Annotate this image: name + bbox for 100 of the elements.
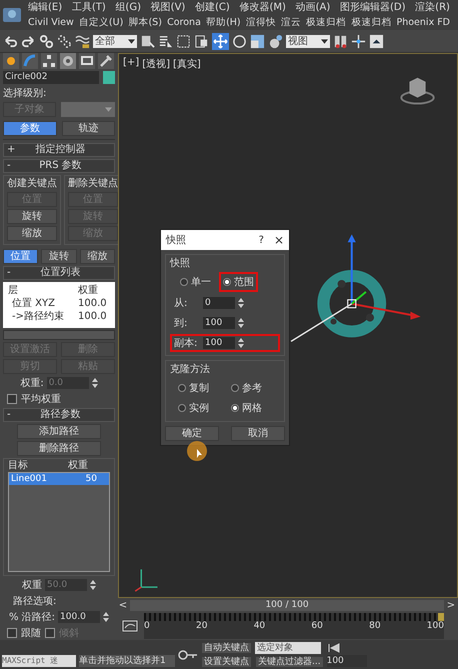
undo-icon[interactable] [3, 34, 18, 48]
menu-item[interactable]: Corona [167, 15, 201, 30]
radio-button[interactable] [180, 278, 188, 286]
checkbox[interactable] [7, 394, 17, 404]
menu-item[interactable]: 组(G) [115, 0, 141, 15]
select-by-name-icon[interactable] [158, 34, 173, 48]
hierarchy-tab-icon[interactable] [41, 53, 57, 69]
spinner-arrows-icon[interactable] [92, 378, 98, 388]
radio-button[interactable] [178, 404, 186, 412]
path-button[interactable]: 添加路径 [17, 424, 101, 439]
target-list[interactable]: Line001 50 [8, 472, 110, 572]
move-icon[interactable] [212, 32, 229, 50]
pivot-icon[interactable] [333, 34, 348, 48]
radio-button[interactable] [231, 404, 239, 412]
time-marker[interactable] [438, 613, 444, 622]
rotate-icon[interactable] [232, 34, 247, 48]
along-path-field[interactable]: 100.0 [58, 611, 100, 623]
menu-item[interactable]: 视图(V) [150, 0, 186, 15]
app-logo-icon[interactable] [2, 7, 22, 23]
menu-item[interactable]: 编辑(E) [28, 0, 62, 15]
menu-item[interactable]: 极速归档 [306, 15, 346, 30]
close-button[interactable]: × [274, 233, 284, 247]
menu-item[interactable]: 帮助(H) [206, 15, 241, 30]
maxscript-field[interactable]: MAXScript 迷 [2, 655, 76, 667]
menu-item[interactable]: 图形编辑器(D) [340, 0, 406, 15]
placement-icon[interactable] [268, 34, 283, 48]
radio-button[interactable] [231, 384, 239, 392]
help-button[interactable]: ? [258, 234, 264, 246]
list-item[interactable]: 位置 XYZ [8, 297, 55, 310]
radio-button[interactable] [223, 278, 231, 286]
checkbox[interactable] [7, 628, 17, 638]
number-field[interactable]: 100 [203, 317, 235, 329]
spinner-arrows-icon[interactable] [238, 318, 244, 328]
number-field[interactable]: 100 [203, 337, 235, 349]
spinner-arrows-icon[interactable] [238, 298, 244, 308]
target-row[interactable]: Line001 50 [9, 473, 109, 485]
spinner-arrows-icon[interactable] [90, 580, 96, 590]
view-cube-icon[interactable] [400, 78, 435, 105]
prs-tab[interactable]: 旋转 [41, 249, 77, 264]
menu-item[interactable]: 渲云 [280, 15, 301, 30]
layer-list[interactable]: 层 权重 位置 XYZ 100.0 ->路径约束 100.0 [3, 282, 115, 328]
curve-editor-icon[interactable] [122, 620, 138, 632]
key-set-dropdown[interactable]: 选定对象 [255, 642, 321, 654]
dialog-button[interactable]: 取消 [231, 426, 285, 441]
redo-icon[interactable] [21, 34, 36, 48]
previous-frame-button[interactable]: < [118, 600, 128, 612]
name-field[interactable] [3, 330, 115, 340]
menu-item[interactable]: 渲得快 [246, 15, 276, 30]
number-field[interactable]: 0 [203, 297, 235, 309]
utilities-tab-icon[interactable] [98, 53, 114, 69]
menu-item[interactable]: Civil View [28, 15, 74, 30]
auto-key-button[interactable]: 自动关键点 [201, 642, 252, 654]
menu-item[interactable]: 动画(A) [296, 0, 330, 15]
list-item[interactable]: ->路径约束 [8, 310, 64, 323]
rollout-header[interactable]: + 指定控制器 [3, 143, 115, 157]
key-button[interactable]: 缩放 [7, 226, 57, 241]
object-name-field[interactable]: Circle002 [3, 71, 99, 84]
key-filters-button[interactable]: 关键点过滤器... [255, 656, 324, 668]
unlink-icon[interactable] [57, 34, 72, 48]
ring-object-drawing[interactable] [317, 234, 421, 338]
object-color-swatch[interactable] [103, 71, 115, 84]
viewport-label[interactable]: [+] [123, 57, 140, 71]
spinner-arrows-icon[interactable] [238, 338, 244, 348]
menu-item[interactable]: 脚本(S) [128, 15, 162, 30]
scale-icon[interactable] [250, 34, 265, 48]
create-tab-icon[interactable] [3, 53, 19, 69]
mode-tab[interactable]: 轨迹 [62, 121, 115, 136]
menu-item[interactable]: 极速归档 [351, 15, 392, 30]
set-key-button[interactable]: 设置关键点 [201, 656, 252, 668]
go-to-start-icon[interactable] [326, 642, 341, 652]
timeline-ruler[interactable]: 0 20 40 60 80 100 [144, 613, 444, 640]
prs-tab[interactable]: 缩放 [80, 249, 115, 264]
menu-item[interactable]: 修改器(M) [240, 0, 286, 15]
rollout-header[interactable]: - 位置列表 [3, 266, 115, 280]
menu-item[interactable]: 工具(T) [72, 0, 106, 15]
spinner-arrows-icon[interactable] [103, 612, 110, 622]
rectangle-selection-icon[interactable] [176, 34, 191, 48]
menu-item[interactable]: 创建(C) [195, 0, 230, 15]
link-icon[interactable] [39, 34, 54, 48]
rollout-header[interactable]: - 路径参数 [3, 408, 115, 422]
prs-tab[interactable]: 位置 [3, 249, 38, 264]
radio-button[interactable] [178, 384, 186, 392]
viewport-label[interactable]: [透视] [142, 57, 170, 71]
wave-icon[interactable] [75, 34, 90, 48]
menu-item[interactable]: 渲染(R) [415, 0, 450, 15]
window-crossing-icon[interactable] [194, 34, 209, 48]
axis-constraint-icon[interactable] [351, 34, 366, 48]
snap-icon[interactable] [369, 34, 384, 48]
key-icon[interactable] [178, 650, 198, 660]
rollout-header[interactable]: - PRS 参数 [3, 159, 115, 173]
next-frame-button[interactable]: > [446, 600, 456, 612]
mode-tab[interactable]: 参数 [3, 121, 56, 136]
coordinate-system-dropdown[interactable]: 视图 [286, 34, 330, 48]
current-frame-field[interactable]: 100 [326, 654, 367, 666]
dialog-button[interactable]: 确定 [165, 426, 219, 441]
menu-item[interactable]: Phoenix FD [396, 15, 450, 30]
viewport-label[interactable]: [真实] [173, 57, 201, 71]
path-button[interactable]: 删除路径 [17, 441, 101, 456]
time-slider[interactable]: 100 / 100 [130, 600, 444, 612]
menu-item[interactable]: 自定义(U) [78, 15, 124, 30]
